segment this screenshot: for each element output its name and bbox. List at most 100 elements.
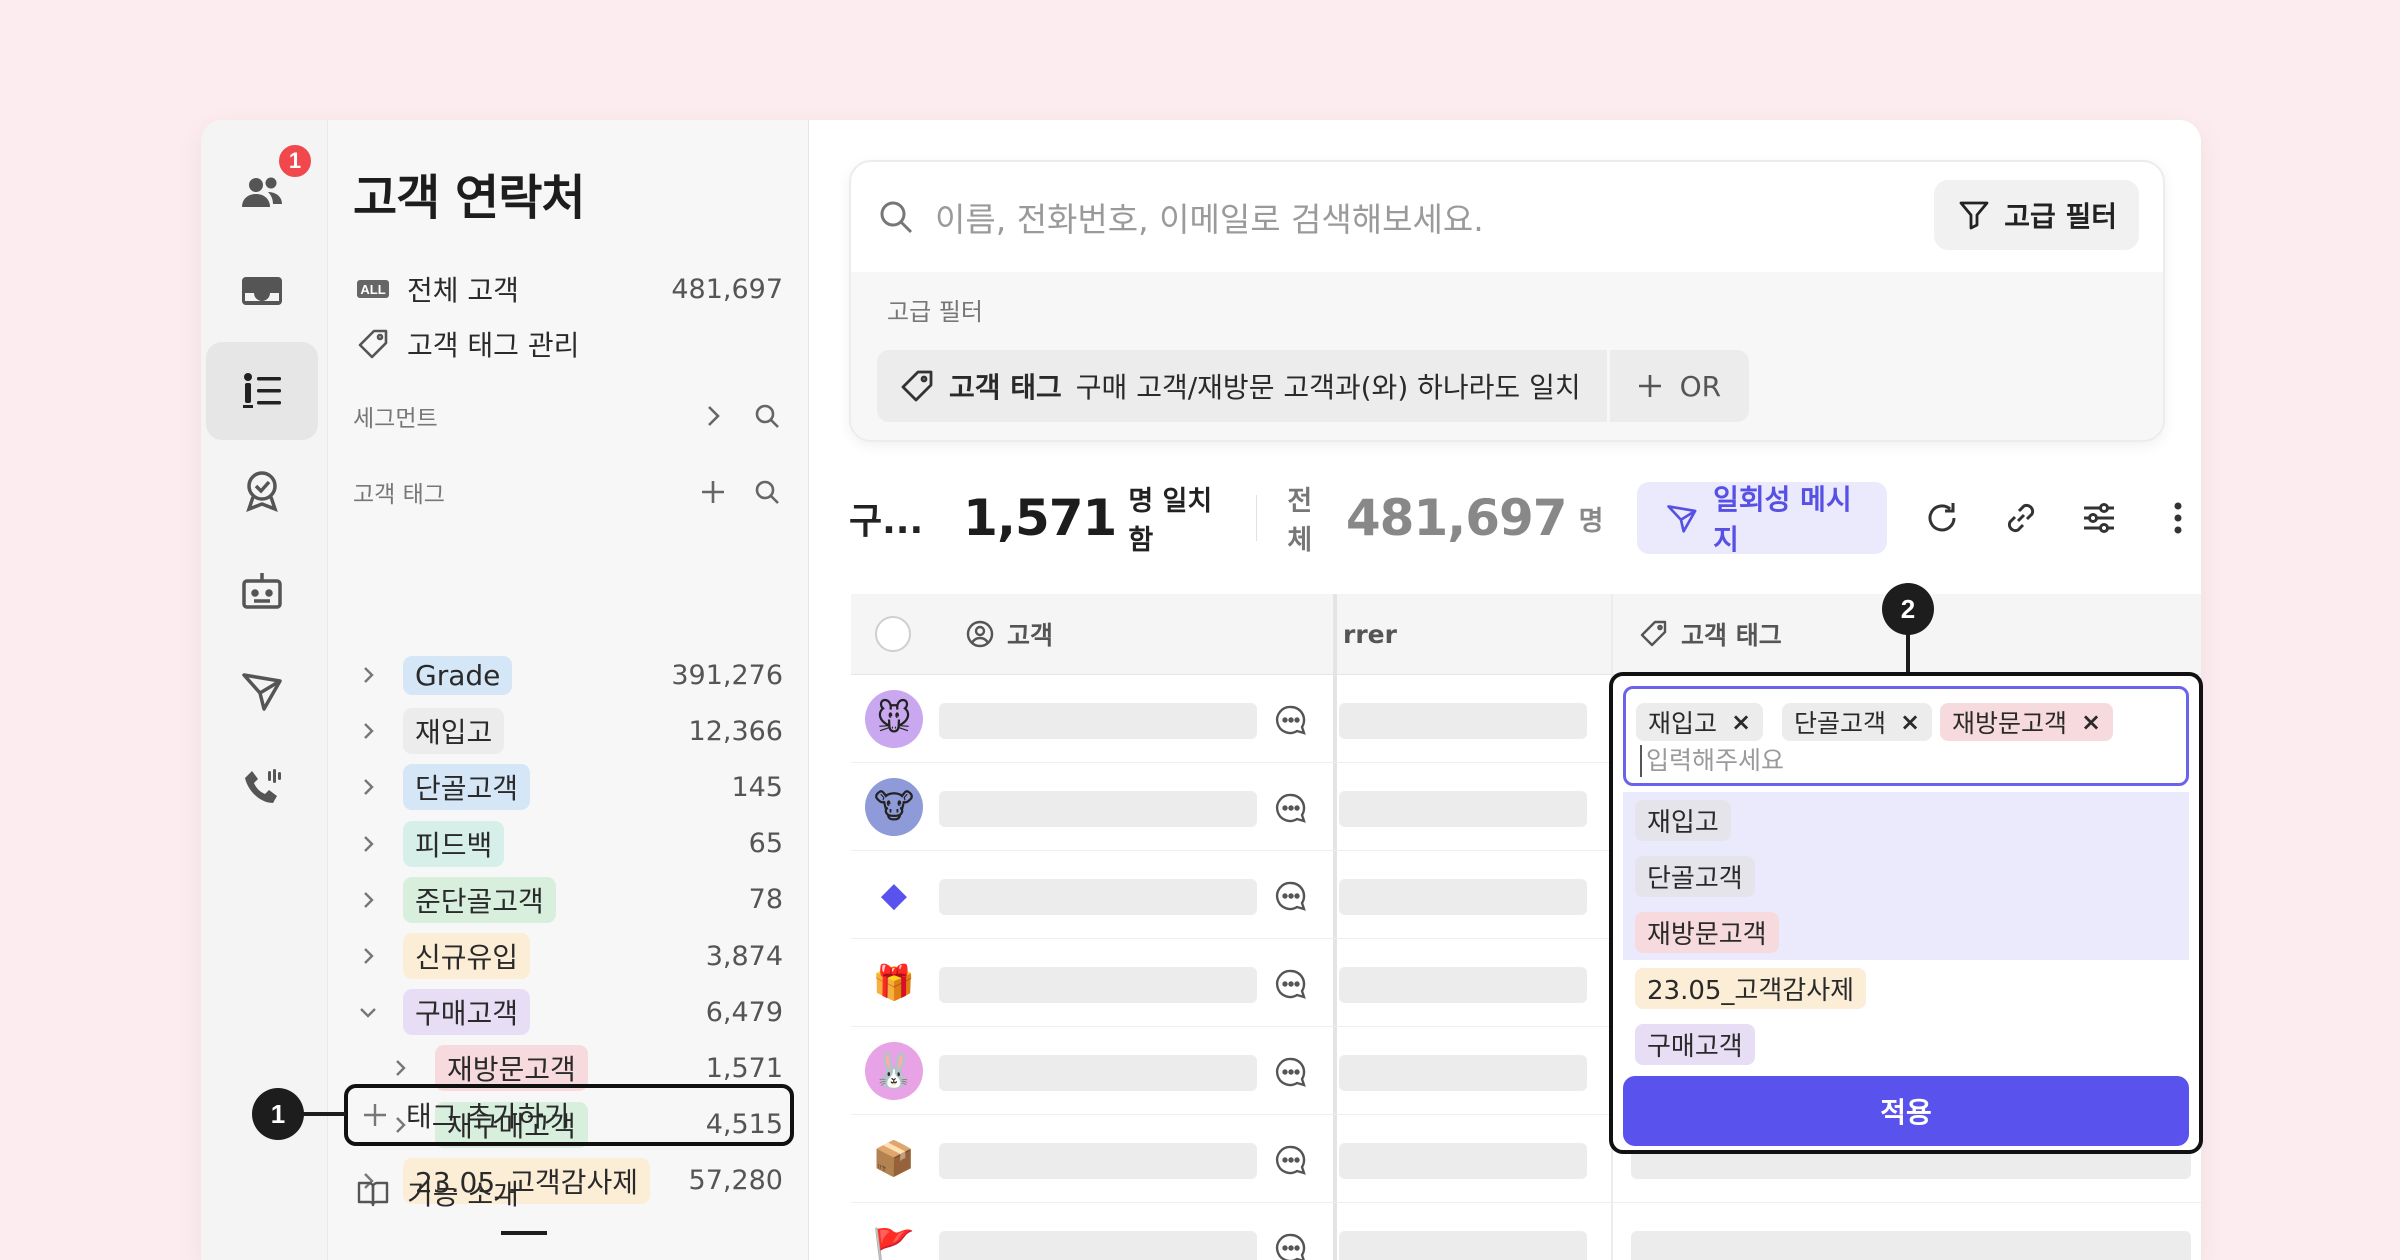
users-icon — [242, 177, 282, 207]
sidebar-tag-item[interactable]: 재입고 12,366 — [353, 706, 783, 756]
search-icon[interactable] — [751, 400, 783, 432]
tag-option[interactable]: 구매고객 — [1623, 1016, 2189, 1072]
icon-rail: 1 — [201, 120, 328, 1260]
chevron-right-icon[interactable] — [353, 716, 383, 746]
sliders-icon — [2084, 503, 2115, 533]
referrer-placeholder — [1339, 1055, 1587, 1091]
rail-users[interactable]: 1 — [206, 142, 318, 242]
tag-count: 6,479 — [705, 996, 783, 1028]
segment-label: 세그먼트 — [353, 406, 438, 432]
rail-badge[interactable] — [206, 442, 318, 540]
customer-name-placeholder — [939, 1231, 1257, 1260]
chevron-down-icon[interactable] — [353, 997, 383, 1027]
rail-contacts[interactable] — [206, 342, 318, 440]
chevron-right-icon[interactable] — [697, 400, 729, 432]
col-tags-header[interactable]: 고객 태그 — [1639, 594, 1782, 674]
tag-option[interactable]: 재입고 — [1623, 792, 2189, 848]
col-customer-label: 고객 — [1007, 621, 1054, 650]
segment-name[interactable]: 구... — [849, 492, 923, 544]
tag-option-label: 단골고객 — [1635, 855, 1755, 897]
tag-select-dropdown: 입력해주세요 재입고 × 단골고객 × 재방문고객 × 재입고 단골고객 재방문고객 23.05… — [1609, 672, 2203, 1154]
match-unit: 명 일치함 — [1128, 486, 1213, 556]
chat-icon[interactable] — [1273, 1142, 1309, 1178]
avatar: 🚩 — [865, 1218, 923, 1260]
tag-input-field[interactable]: 입력해주세요 재입고 × 단골고객 × 재방문고객 × — [1623, 686, 2189, 786]
add-tag-button[interactable]: 태그 추가하기 — [344, 1084, 794, 1146]
avatar: 🐮 — [865, 778, 923, 836]
selected-tag-label: 재방문고객 — [1952, 709, 2068, 738]
feature-intro-item[interactable]: 기능 소개 — [353, 1168, 783, 1218]
refresh-button[interactable] — [1919, 492, 1966, 544]
callout-connector — [1906, 631, 1910, 673]
table-row[interactable]: 🚩 — [851, 1202, 2201, 1260]
chat-icon[interactable] — [1273, 790, 1309, 826]
search-card: 이름, 전화번호, 이메일로 검색해보세요. 고급 필터 고급 필터 고객 태그… — [849, 160, 2165, 442]
link-button[interactable] — [1997, 492, 2044, 544]
or-button[interactable]: OR — [1609, 350, 1750, 422]
search-input[interactable]: 이름, 전화번호, 이메일로 검색해보세요. — [935, 193, 1484, 241]
tag-count: 1,571 — [705, 1052, 783, 1084]
chat-icon[interactable] — [1273, 966, 1309, 1002]
all-customers-item[interactable]: ALL 전체 고객 481,697 — [353, 264, 783, 314]
rail-send[interactable] — [206, 642, 318, 740]
col-referrer-header[interactable]: rrer — [1343, 594, 1397, 674]
chat-icon[interactable] — [1273, 1230, 1309, 1260]
tag-option-label: 구매고객 — [1635, 1023, 1755, 1065]
plus-icon[interactable] — [697, 476, 729, 508]
chevron-right-icon[interactable] — [353, 941, 383, 971]
bot-icon — [242, 573, 282, 609]
tag-option[interactable]: 단골고객 — [1623, 848, 2189, 904]
search-icon[interactable] — [751, 476, 783, 508]
link-icon — [2007, 503, 2034, 533]
advanced-filter-button[interactable]: 고급 필터 — [1934, 180, 2139, 250]
one-time-message-button[interactable]: 일회성 메시지 — [1637, 482, 1887, 556]
chat-icon[interactable] — [1273, 702, 1309, 738]
chevron-right-icon[interactable] — [353, 885, 383, 915]
referrer-placeholder — [1339, 1231, 1587, 1260]
chat-icon[interactable] — [1273, 878, 1309, 914]
customer-name-placeholder — [939, 703, 1257, 739]
avatar: 🐭 — [865, 690, 923, 748]
tag-option[interactable]: 23.05_고객감사제 — [1623, 960, 2189, 1016]
referrer-placeholder — [1339, 879, 1587, 915]
remove-tag-icon[interactable]: × — [1900, 708, 1920, 736]
col-customer-header[interactable]: 고객 — [965, 594, 1053, 674]
avatar: 🎁 — [865, 954, 923, 1012]
sidebar-tag-item[interactable]: 단골고객 145 — [353, 762, 783, 812]
sidebar-tag-item[interactable]: 준단골고객 78 — [353, 875, 783, 925]
match-count: 1,571 — [963, 489, 1117, 547]
rail-inbox[interactable] — [206, 242, 318, 340]
sidebar-tag-item[interactable]: 피드백 65 — [353, 819, 783, 869]
rail-bot[interactable] — [206, 542, 318, 640]
selected-tag-label: 단골고객 — [1794, 709, 1887, 738]
sidebar-tag-item[interactable]: 신규유입 3,874 — [353, 931, 783, 981]
tag-label: 단골고객 — [403, 764, 531, 811]
sidebar-tag-item[interactable]: 구매고객 6,479 — [353, 987, 783, 1037]
tag-label: Grade — [403, 655, 513, 695]
tag-manage-item[interactable]: 고객 태그 관리 — [353, 319, 783, 369]
tag-manage-label: 고객 태그 관리 — [407, 329, 580, 362]
remove-tag-icon[interactable]: × — [2081, 708, 2101, 736]
chat-icon[interactable] — [1273, 1054, 1309, 1090]
send-icon — [242, 673, 282, 711]
feature-intro-label: 기능 소개 — [407, 1178, 519, 1211]
tags-section: 고객 태그 — [353, 470, 783, 514]
remove-tag-icon[interactable]: × — [1731, 708, 1751, 736]
tags-label: 고객 태그 — [353, 482, 445, 508]
contacts-sidebar: 고객 연락처 ALL 전체 고객 481,697 고객 태그 관리 세그먼트 고… — [328, 120, 809, 1260]
chevron-right-icon[interactable] — [353, 829, 383, 859]
badge-check-icon — [246, 471, 278, 512]
select-all-checkbox[interactable] — [875, 616, 911, 652]
sidebar-tag-item[interactable]: Grade 391,276 — [353, 650, 783, 700]
more-button[interactable] — [2154, 492, 2201, 544]
tag-filter-condition[interactable]: 고객 태그 구매 고객/재방문 고객과(와) 하나라도 일치 — [877, 350, 1607, 422]
tag-option[interactable]: 재방문고객 — [1623, 904, 2189, 960]
referrer-placeholder — [1339, 703, 1587, 739]
chevron-right-icon[interactable] — [353, 660, 383, 690]
chevron-right-icon[interactable] — [353, 772, 383, 802]
tag-label: 구매고객 — [403, 989, 531, 1036]
settings-button[interactable] — [2076, 492, 2123, 544]
apply-button[interactable]: 적용 — [1623, 1076, 2189, 1146]
chevron-right-icon[interactable] — [385, 1053, 415, 1083]
rail-phone[interactable] — [206, 740, 318, 838]
